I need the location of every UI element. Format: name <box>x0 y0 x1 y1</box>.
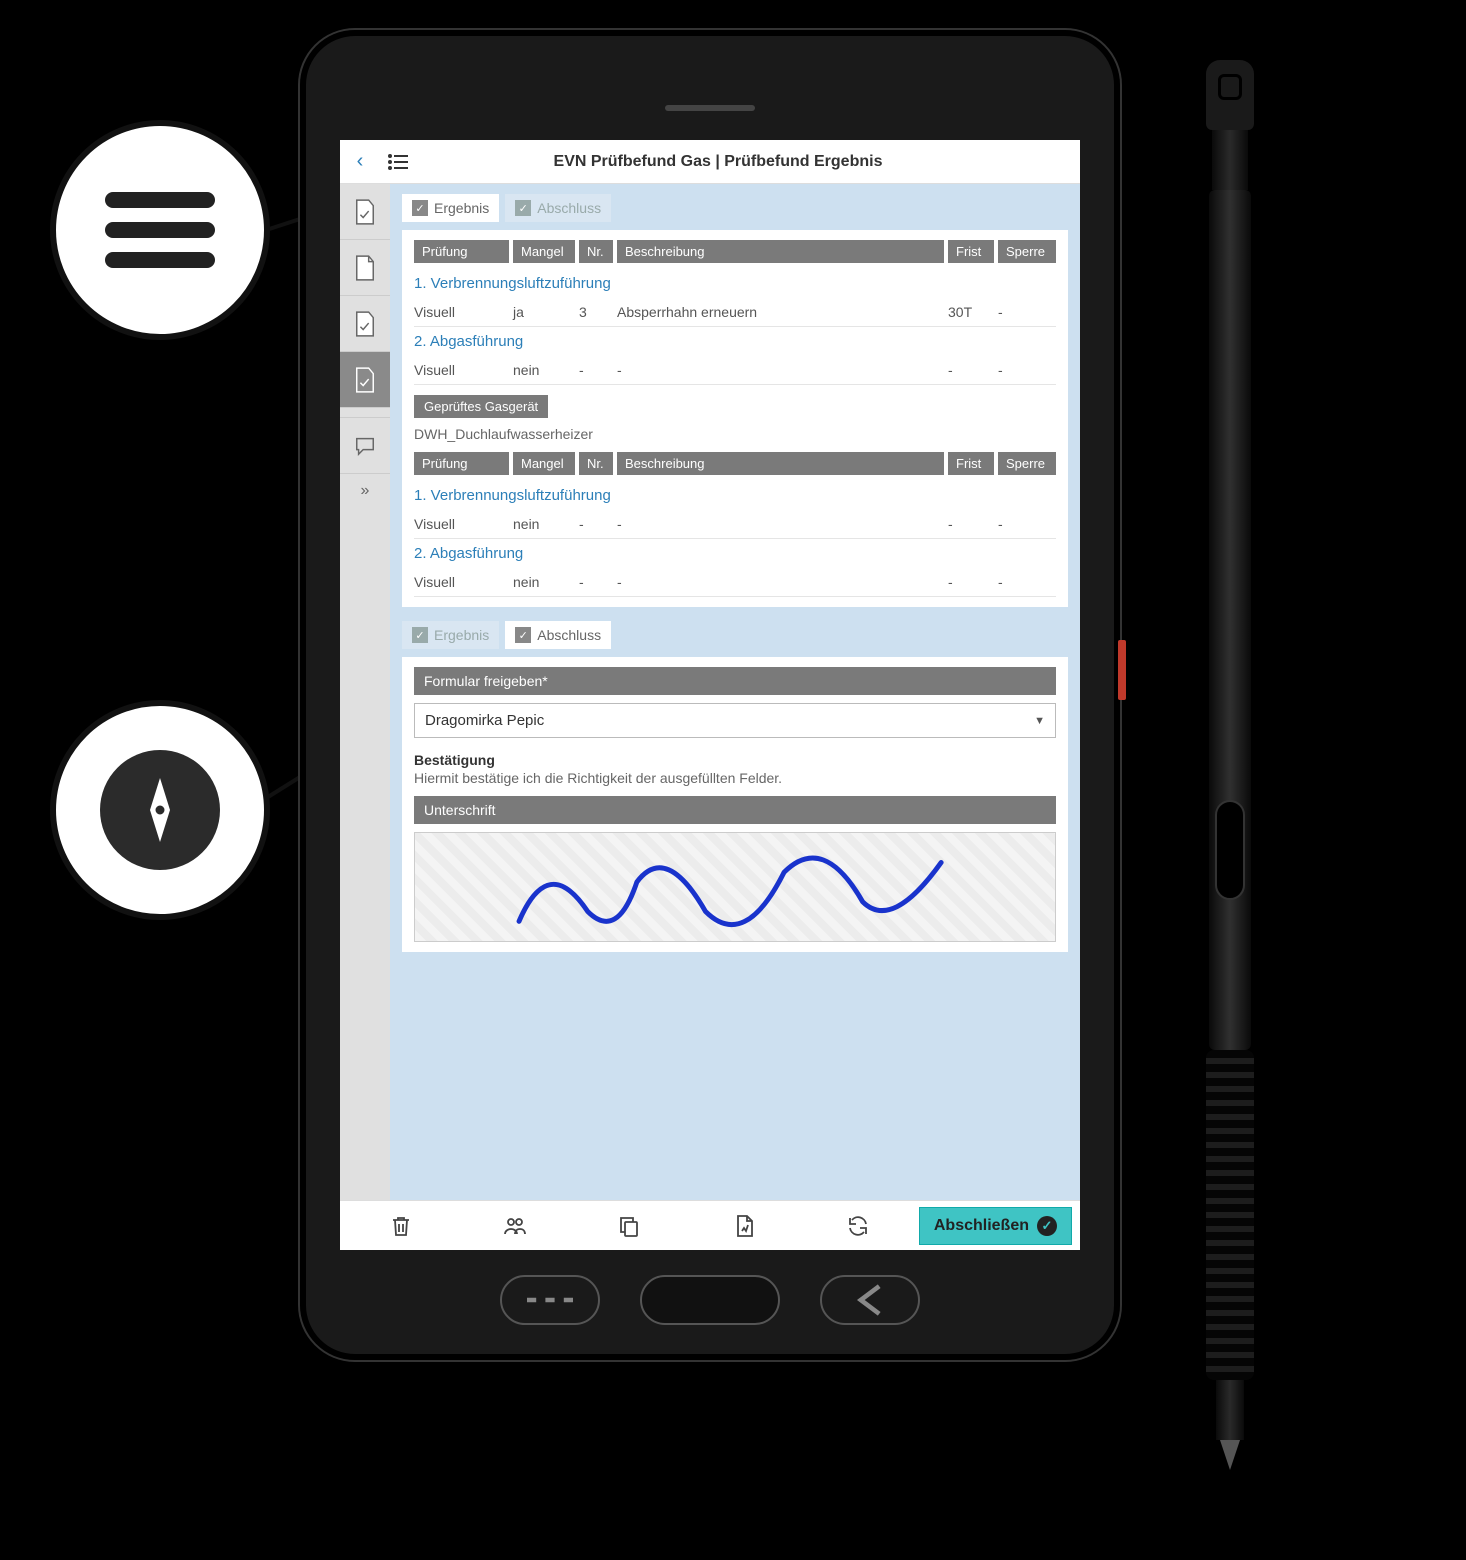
finish-label: Abschließen <box>934 1217 1029 1235</box>
panel-abschluss: Formular freigeben* Dragomirka Pepic ▼ B… <box>402 657 1068 952</box>
check-circle-icon: ✓ <box>1037 1216 1057 1236</box>
section-link[interactable]: 2. Abgasführung <box>414 327 1056 356</box>
check-icon: ✓ <box>515 200 531 216</box>
back-button[interactable]: ‹ <box>340 150 380 173</box>
tab-label: Abschluss <box>537 200 601 216</box>
sidebar-expand[interactable]: » <box>340 474 390 514</box>
panel-ergebnis: Prüfung Mangel Nr. Beschreibung Frist Sp… <box>402 230 1068 607</box>
page-title: EVN Prüfbefund Gas | Prüfbefund Ergebnis <box>416 153 1080 171</box>
callout-menu <box>50 120 270 340</box>
tabs-top: ✓ Ergebnis ✓ Abschluss <box>402 194 1068 222</box>
callout-compass <box>50 700 270 920</box>
table-row: Visuell nein - - - - <box>414 568 1056 597</box>
confirm-title: Bestätigung <box>414 752 1056 768</box>
content-area[interactable]: ✓ Ergebnis ✓ Abschluss Prüfung Mangel Nr… <box>390 184 1080 1200</box>
signature-field[interactable] <box>414 832 1056 942</box>
tab-label: Ergebnis <box>434 200 489 216</box>
copy-button[interactable] <box>576 1214 682 1238</box>
col-mangel: Mangel <box>513 240 575 263</box>
tablet-side-button <box>1118 640 1126 700</box>
sidebar-item-4-active[interactable] <box>340 352 390 408</box>
section-link[interactable]: 1. Verbrennungsluftzuführung <box>414 269 1056 298</box>
check-icon: ✓ <box>412 627 428 643</box>
table-header-row: Prüfung Mangel Nr. Beschreibung Frist Sp… <box>414 452 1056 475</box>
team-button[interactable] <box>462 1214 568 1238</box>
section-link[interactable]: 1. Verbrennungsluftzuführung <box>414 481 1056 510</box>
tab-ergebnis[interactable]: ✓ Ergebnis <box>402 194 499 222</box>
device-value: DWH_Duchlaufwasserheizer <box>414 424 1056 452</box>
bottom-toolbar: Abschließen ✓ <box>340 1200 1080 1250</box>
hamburger-icon <box>105 178 215 282</box>
team-icon <box>503 1214 527 1238</box>
check-icon: ✓ <box>412 200 428 216</box>
hw-back-button[interactable] <box>820 1275 920 1325</box>
top-bar: ‹ EVN Prüfbefund Gas | Prüfbefund Ergebn… <box>340 140 1080 184</box>
device-label: Geprüftes Gasgerät <box>414 395 548 418</box>
form-release-label: Formular freigeben* <box>414 667 1056 695</box>
app-screen: ‹ EVN Prüfbefund Gas | Prüfbefund Ergebn… <box>340 140 1080 1250</box>
sidebar: » <box>340 184 390 1200</box>
signature-label: Unterschrift <box>414 796 1056 824</box>
tab-abschluss[interactable]: ✓ Abschluss <box>505 621 611 649</box>
sidebar-item-1[interactable] <box>340 184 390 240</box>
copy-icon <box>617 1214 641 1238</box>
tab-ergebnis-inactive[interactable]: ✓ Ergebnis <box>402 621 499 649</box>
col-sperre: Sperre <box>998 240 1056 263</box>
table-row: Visuell nein - - - - <box>414 356 1056 385</box>
trash-button[interactable] <box>348 1214 454 1238</box>
col-pruefung: Prüfung <box>414 240 509 263</box>
check-icon: ✓ <box>515 627 531 643</box>
table-row: Visuell ja 3 Absperrhahn erneuern 30T - <box>414 298 1056 327</box>
section-link[interactable]: 2. Abgasführung <box>414 539 1056 568</box>
sync-button[interactable] <box>805 1214 911 1238</box>
sidebar-item-comment[interactable] <box>340 418 390 474</box>
tab-label: Ergebnis <box>434 627 489 643</box>
tablet-device: ‹ EVN Prüfbefund Gas | Prüfbefund Ergebn… <box>300 30 1120 1360</box>
tabs-bottom: ✓ Ergebnis ✓ Abschluss <box>402 621 1068 649</box>
list-menu-icon[interactable] <box>380 154 416 170</box>
col-nr: Nr. <box>579 240 613 263</box>
pdf-icon <box>732 1214 756 1238</box>
trash-icon <box>389 1214 413 1238</box>
pdf-button[interactable] <box>691 1214 797 1238</box>
hw-home-button[interactable] <box>640 1275 780 1325</box>
release-select[interactable]: Dragomirka Pepic ▼ <box>414 703 1056 738</box>
stylus-pen <box>1200 60 1260 1480</box>
sync-icon <box>846 1214 870 1238</box>
sidebar-item-2[interactable] <box>340 240 390 296</box>
sidebar-item-3[interactable] <box>340 296 390 352</box>
col-beschreibung: Beschreibung <box>617 240 944 263</box>
hw-recent-button[interactable] <box>500 1275 600 1325</box>
tab-abschluss-inactive[interactable]: ✓ Abschluss <box>505 194 611 222</box>
compass-icon <box>100 750 220 870</box>
confirm-text: Hiermit bestätige ich die Richtigkeit de… <box>414 770 1056 786</box>
signature-icon <box>415 833 1055 941</box>
table-header-row: Prüfung Mangel Nr. Beschreibung Frist Sp… <box>414 240 1056 263</box>
finish-button[interactable]: Abschließen ✓ <box>919 1207 1072 1245</box>
select-value: Dragomirka Pepic <box>425 712 544 729</box>
col-frist: Frist <box>948 240 994 263</box>
tab-label: Abschluss <box>537 627 601 643</box>
chevron-down-icon: ▼ <box>1034 715 1045 727</box>
table-row: Visuell nein - - - - <box>414 510 1056 539</box>
